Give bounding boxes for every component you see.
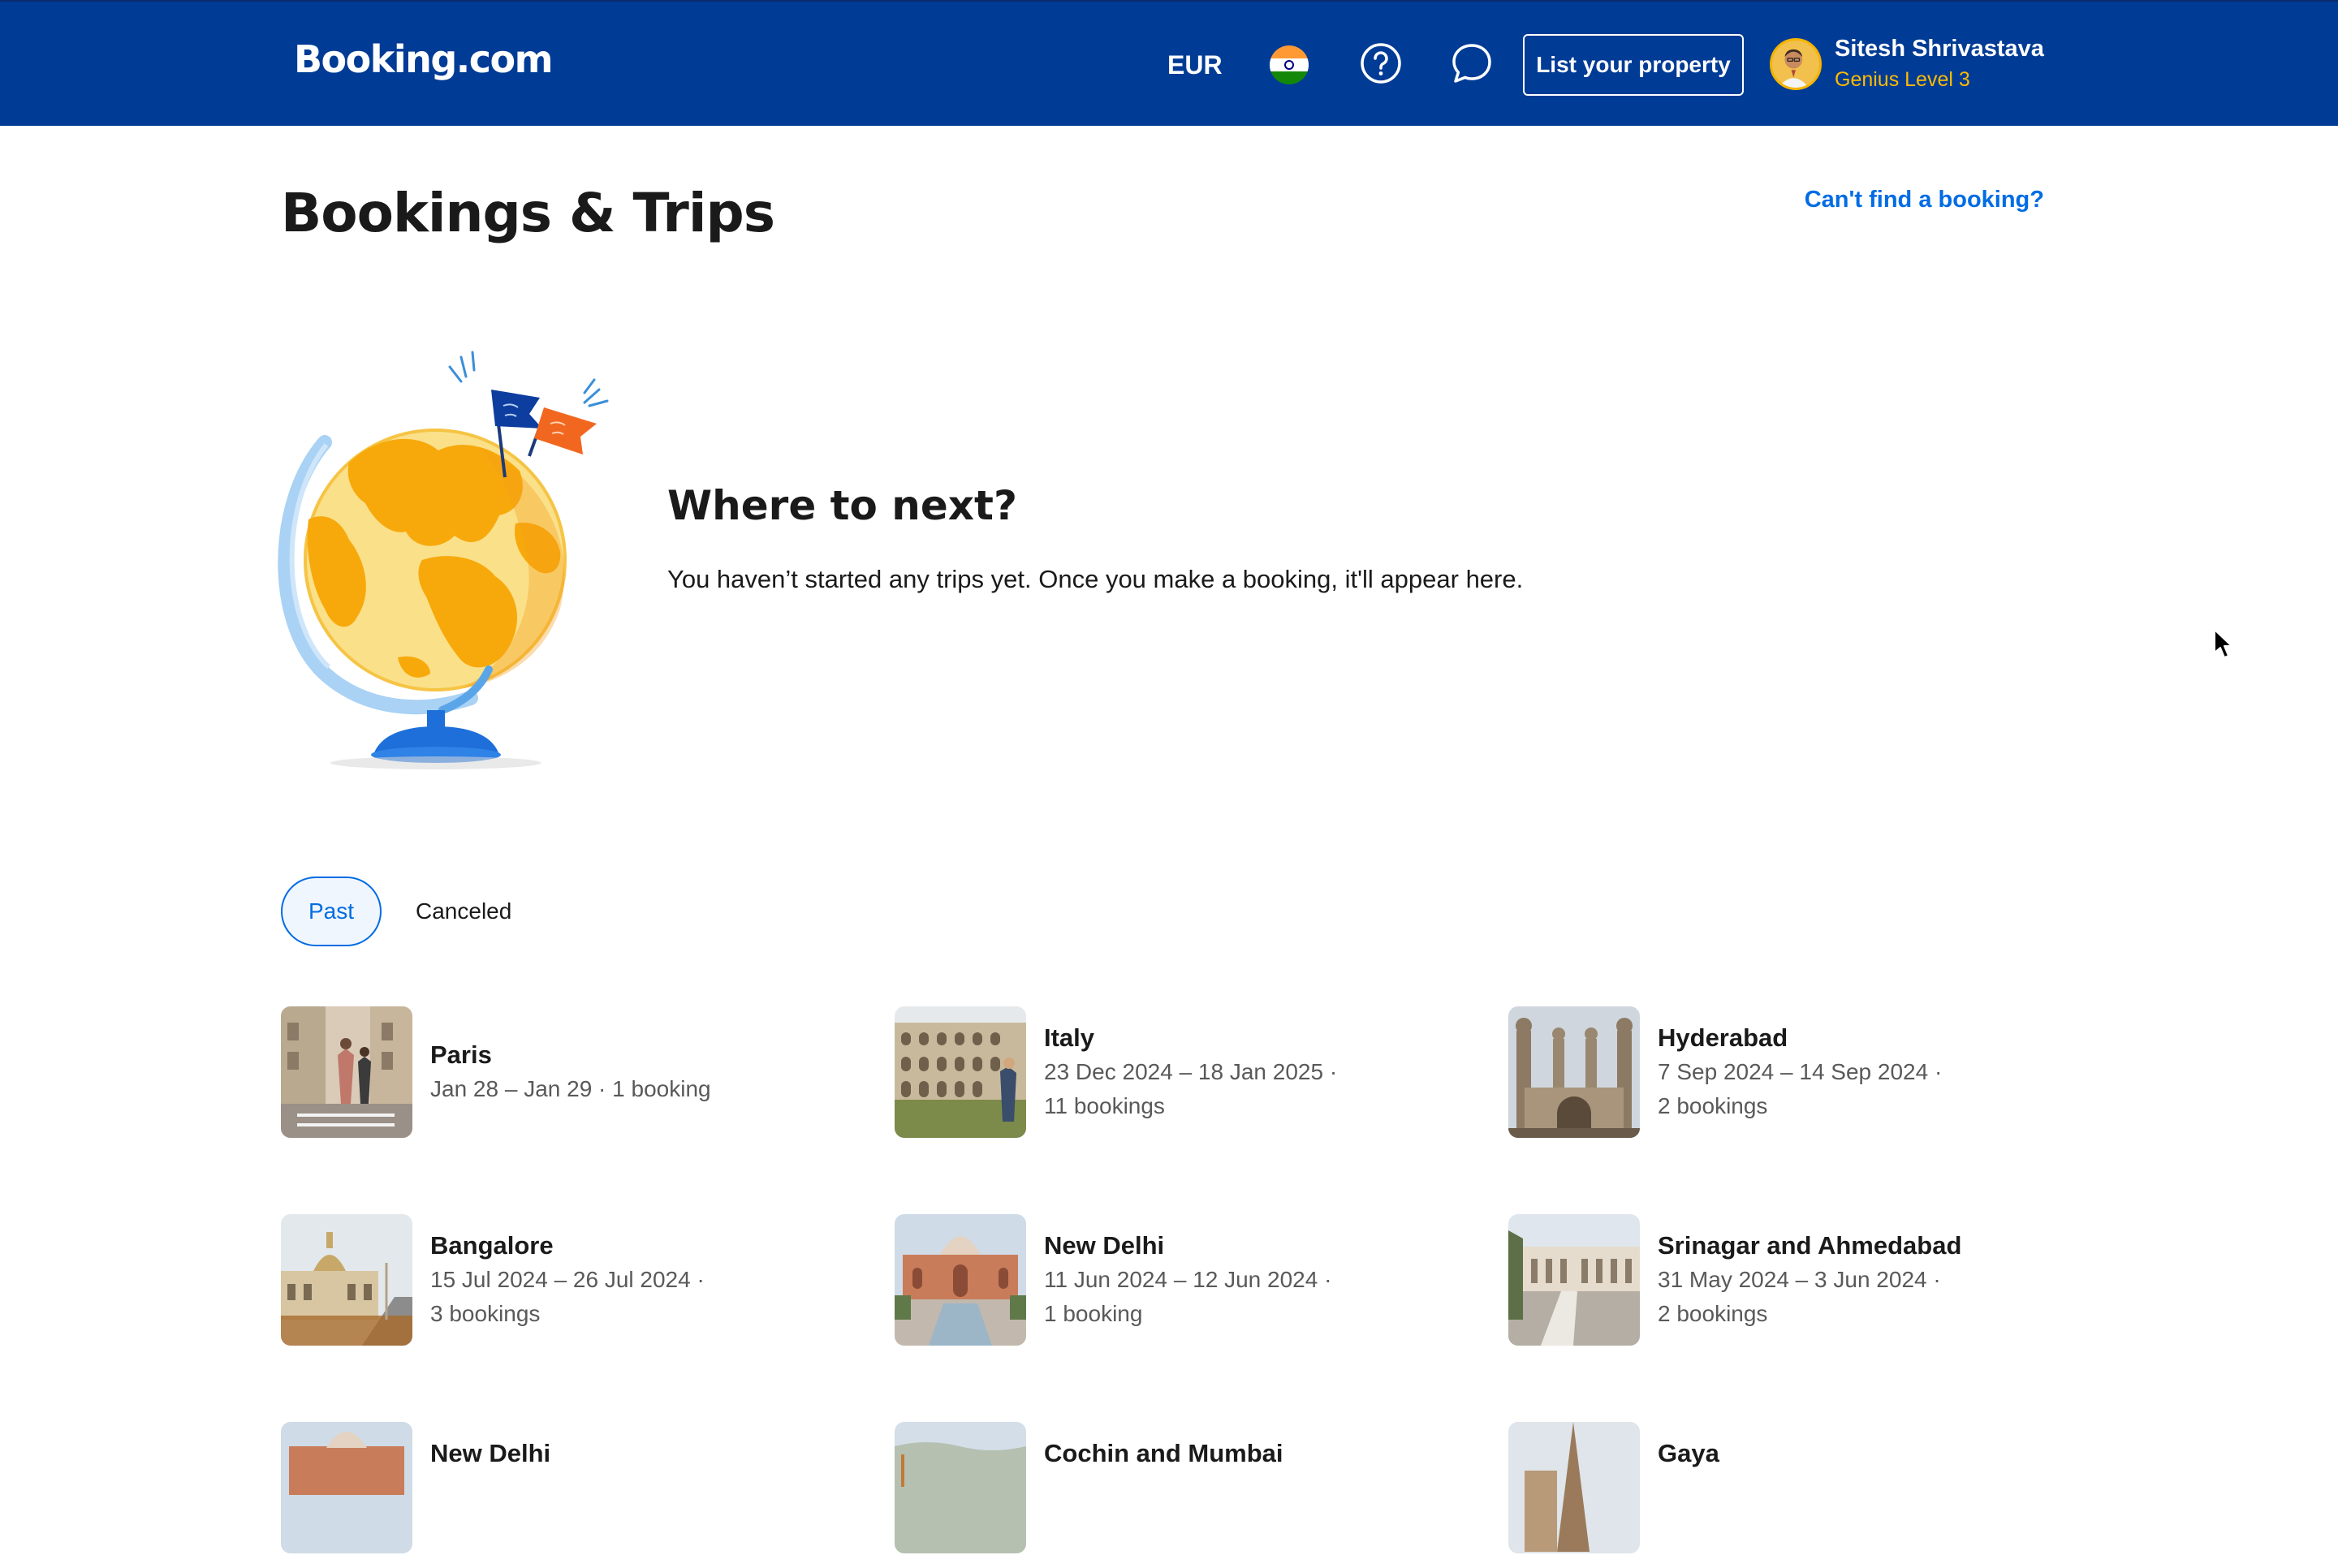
trip-name: Italy bbox=[1044, 1023, 1095, 1052]
trip-name: New Delhi bbox=[430, 1439, 551, 1467]
trip-thumbnail bbox=[281, 1422, 412, 1553]
trip-thumbnail bbox=[895, 1214, 1026, 1346]
trip-card[interactable]: Cochin and Mumbai bbox=[895, 1422, 1479, 1553]
trip-card[interactable]: Gaya bbox=[1508, 1422, 2093, 1553]
trip-card[interactable]: New Delhi bbox=[281, 1422, 865, 1553]
trip-card[interactable]: New Delhi 11 Jun 2024 – 12 Jun 2024 · 1 … bbox=[895, 1214, 1479, 1346]
trip-card[interactable]: Paris Jan 28 – Jan 29 · 1 booking bbox=[281, 1006, 865, 1138]
trip-name: Hyderabad bbox=[1658, 1023, 1788, 1052]
trip-dates: 23 Dec 2024 – 18 Jan 2025 · bbox=[1044, 1059, 1338, 1084]
trip-thumbnail bbox=[281, 1214, 412, 1346]
trip-name: Gaya bbox=[1658, 1439, 1719, 1467]
cant-find-booking-link[interactable]: Can't find a booking? bbox=[1805, 187, 2044, 213]
tab-canceled[interactable]: Canceled bbox=[398, 877, 529, 946]
trip-dates: 15 Jul 2024 – 26 Jul 2024 · bbox=[430, 1267, 705, 1292]
trip-card[interactable]: Srinagar and Ahmedabad 31 May 2024 – 3 J… bbox=[1508, 1214, 2093, 1346]
india-flag-icon[interactable] bbox=[1270, 45, 1309, 84]
trip-dates: 31 May 2024 – 3 Jun 2024 · bbox=[1658, 1267, 1941, 1292]
list-your-property-button[interactable]: List your property bbox=[1523, 34, 1744, 96]
trip-dates: 11 Jun 2024 – 12 Jun 2024 · bbox=[1044, 1267, 1332, 1292]
page-title: Bookings & Trips bbox=[281, 182, 775, 244]
trip-booking-count: 11 bookings bbox=[1044, 1093, 1165, 1118]
trip-thumbnail bbox=[1508, 1006, 1640, 1138]
genius-level-badge: Genius Level 3 bbox=[1835, 68, 1970, 91]
trip-card[interactable]: Italy 23 Dec 2024 – 18 Jan 2025 · 11 boo… bbox=[895, 1006, 1479, 1138]
trip-booking-count: 2 bookings bbox=[1658, 1301, 1768, 1326]
chat-bubble-icon[interactable] bbox=[1449, 41, 1495, 86]
currency-selector[interactable]: EUR bbox=[1167, 50, 1223, 80]
trip-thumbnail bbox=[281, 1006, 412, 1138]
user-name[interactable]: Sitesh Shrivastava bbox=[1835, 36, 2044, 62]
trip-booking-count: 2 bookings bbox=[1658, 1093, 1768, 1118]
trip-dates: 7 Sep 2024 – 14 Sep 2024 · bbox=[1658, 1059, 1943, 1084]
top-header: Booking.com EUR List your property Sites… bbox=[0, 0, 2338, 126]
mouse-cursor-icon bbox=[2214, 629, 2232, 658]
trip-name: Bangalore bbox=[430, 1231, 554, 1260]
trip-thumbnail bbox=[895, 1006, 1026, 1138]
trip-thumbnail bbox=[1508, 1422, 1640, 1553]
trip-name: Srinagar and Ahmedabad bbox=[1658, 1231, 1962, 1260]
trip-card[interactable]: Hyderabad 7 Sep 2024 – 14 Sep 2024 · 2 b… bbox=[1508, 1006, 2093, 1138]
empty-state-title: Where to next? bbox=[667, 482, 1017, 529]
trip-card[interactable]: Bangalore 15 Jul 2024 – 26 Jul 2024 · 3 … bbox=[281, 1214, 865, 1346]
trip-dates: Jan 28 – Jan 29 · 1 booking bbox=[430, 1076, 711, 1101]
booking-logo[interactable]: Booking.com bbox=[294, 37, 554, 81]
question-circle-icon[interactable] bbox=[1358, 41, 1404, 86]
avatar[interactable] bbox=[1770, 38, 1822, 90]
trip-booking-count: 3 bookings bbox=[430, 1301, 541, 1326]
empty-state-text: You haven’t started any trips yet. Once … bbox=[667, 565, 1524, 593]
trip-name: Cochin and Mumbai bbox=[1044, 1439, 1283, 1467]
trip-booking-count: 1 booking bbox=[1044, 1301, 1143, 1326]
trip-name: New Delhi bbox=[1044, 1231, 1165, 1260]
trip-thumbnail bbox=[895, 1422, 1026, 1553]
trip-name: Paris bbox=[430, 1040, 492, 1069]
globe-illustration bbox=[278, 351, 609, 769]
trip-thumbnail bbox=[1508, 1214, 1640, 1346]
tab-past[interactable]: Past bbox=[281, 877, 382, 946]
